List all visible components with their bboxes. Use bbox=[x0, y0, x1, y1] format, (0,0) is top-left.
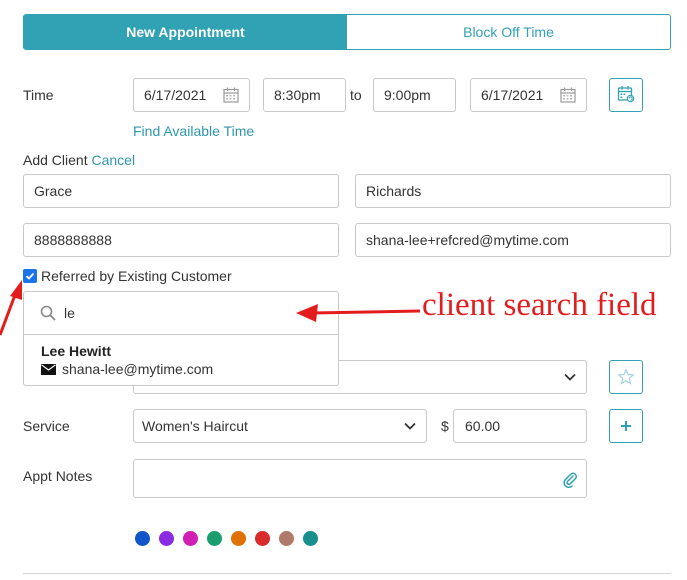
annotation-arrow-line-left bbox=[0, 294, 17, 336]
annotation-label: client search field bbox=[422, 287, 657, 323]
annotation-arrow-line bbox=[311, 309, 421, 315]
annotation-arrow-head bbox=[296, 304, 318, 322]
annotation-arrow-head-left bbox=[10, 280, 22, 300]
